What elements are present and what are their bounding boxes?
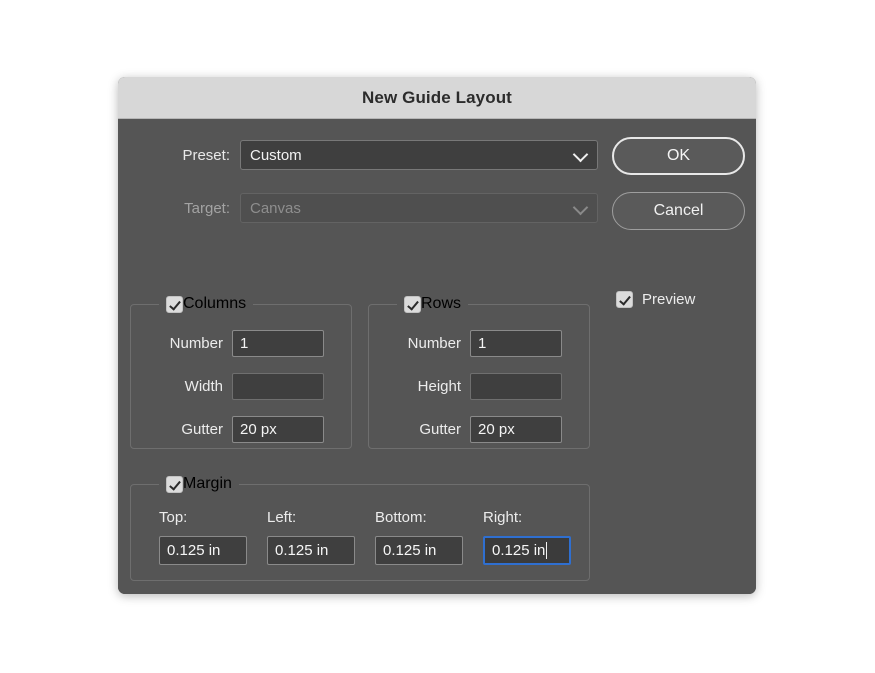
checkbox-check-icon [404,295,421,313]
chevron-down-icon [572,146,589,163]
columns-title: Columns [183,295,247,312]
margin-top-input[interactable]: 0.125 in [159,536,247,565]
ok-button-label: OK [666,147,691,164]
target-dropdown: Canvas [240,193,598,223]
margin-right-label: Right: [483,509,523,526]
margin-right-value: 0.125 in [492,542,546,559]
rows-height-label: Height [417,378,461,395]
margin-title: Margin [183,475,232,492]
columns-gutter-row: Gutter 20 px [139,416,324,443]
new-guide-layout-dialog: New Guide Layout Preset: Custom Target: … [118,77,756,594]
rows-gutter-label: Gutter [419,421,461,438]
rows-checkbox[interactable]: Rows [397,295,469,313]
cancel-button-label: Cancel [653,202,704,219]
columns-width-row: Width [139,373,324,400]
rows-number-label: Number [407,335,461,352]
columns-gutter-input[interactable]: 20 px [232,416,324,443]
columns-checkbox[interactable]: Columns [159,295,254,313]
columns-width-label: Width [184,378,223,395]
chevron-down-icon [572,199,589,216]
columns-number-label: Number [169,335,223,352]
preset-dropdown[interactable]: Custom [240,140,598,170]
columns-gutter-value: 20 px [240,421,277,438]
preset-row: Preset: Custom [150,140,598,170]
rows-title: Rows [421,295,462,312]
rows-height-input[interactable] [470,373,562,400]
cancel-button[interactable]: Cancel [612,192,745,230]
checkbox-check-icon [166,475,183,493]
columns-number-input[interactable]: 1 [232,330,324,357]
rows-number-row: Number 1 [377,330,562,357]
margin-left-label: Left: [267,509,297,526]
text-caret [546,542,548,559]
margin-left-value: 0.125 in [275,542,329,559]
rows-number-value: 1 [478,335,487,352]
columns-gutter-label: Gutter [181,421,223,438]
ok-button[interactable]: OK [612,137,745,175]
columns-group: Columns Number 1 Width Gutter 20 px [130,295,352,449]
columns-number-row: Number 1 [139,330,324,357]
rows-gutter-value: 20 px [478,421,515,438]
columns-number-value: 1 [240,335,249,352]
preset-value: Custom [250,146,302,164]
dialog-body: Preset: Custom Target: Canvas OK Cancel [118,119,756,594]
target-row: Target: Canvas [150,193,598,223]
screen: New Guide Layout Preset: Custom Target: … [0,0,875,673]
margin-bottom-input[interactable]: 0.125 in [375,536,463,565]
margin-bottom-value: 0.125 in [383,542,437,559]
dialog-titlebar: New Guide Layout [118,77,756,119]
margin-checkbox[interactable]: Margin [159,475,239,493]
rows-number-input[interactable]: 1 [470,330,562,357]
rows-gutter-input[interactable]: 20 px [470,416,562,443]
checkbox-check-icon [166,295,183,313]
preset-label: Preset: [182,146,230,164]
margin-top-value: 0.125 in [167,542,221,559]
margin-right-input[interactable]: 0.125 in [483,536,571,565]
margin-left-input[interactable]: 0.125 in [267,536,355,565]
margin-top-label: Top: [159,509,188,526]
columns-width-input[interactable] [232,373,324,400]
target-label: Target: [184,199,230,217]
margin-bottom-label: Bottom: [375,509,427,526]
checkbox-check-icon [616,291,633,308]
rows-height-row: Height [377,373,562,400]
margin-group: Margin Top: Left: Bottom: Right: 0.125 i… [130,475,590,581]
rows-gutter-row: Gutter 20 px [377,416,562,443]
target-value: Canvas [250,199,301,217]
preview-label: Preview [642,291,696,308]
rows-group: Rows Number 1 Height Gutter 20 px [368,295,590,449]
dialog-title: New Guide Layout [362,87,512,107]
preview-checkbox[interactable]: Preview [616,291,695,308]
